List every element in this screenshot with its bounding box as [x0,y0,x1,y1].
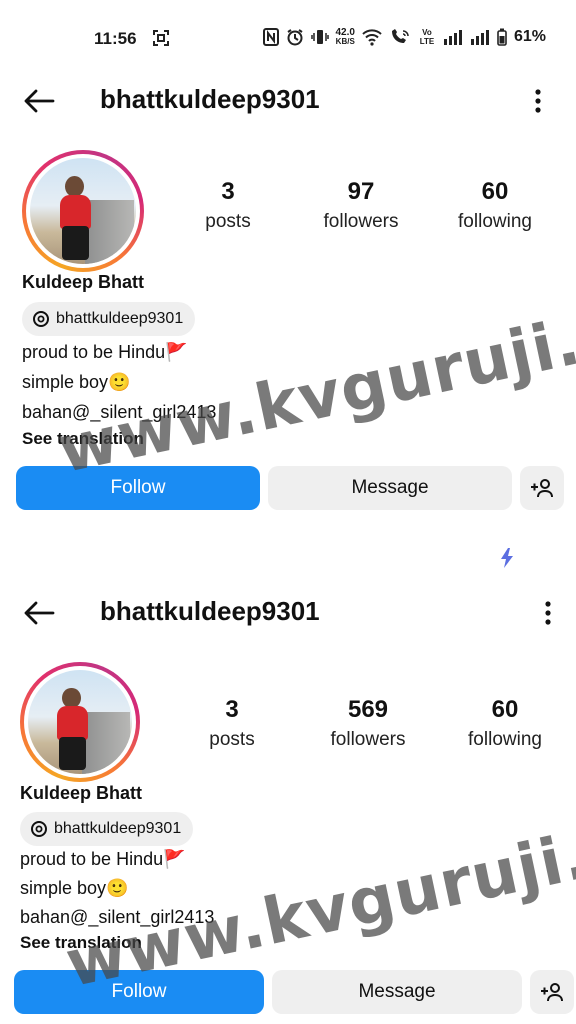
bolt-icon [500,548,514,573]
threads-link[interactable]: bhattkuldeep9301 [20,812,194,846]
back-arrow-icon [24,89,55,113]
suggest-users-button[interactable] [520,466,564,510]
avatar[interactable] [22,150,144,272]
threads-icon [31,821,47,837]
vibrate-icon [310,28,329,46]
wifi-call-icon [389,28,411,46]
battery-percent: 61% [513,28,546,45]
follow-button[interactable]: Follow [16,466,260,510]
message-button[interactable]: Message [268,466,512,510]
page-title-username: bhattkuldeep9301 [100,596,320,626]
posts-label: posts [205,211,251,232]
following-count: 60 [481,178,509,205]
bio-line-3[interactable]: bahan@_silent_girl2413 [22,402,216,423]
volte-label: Vo LTE [419,28,435,46]
followers-stat[interactable]: 97 followers [301,178,421,233]
following-count: 60 [491,696,519,723]
followers-label: followers [323,211,399,232]
threads-link[interactable]: bhattkuldeep9301 [22,302,196,336]
signal-icon-2 [470,29,490,45]
display-name: Kuldeep Bhatt [20,783,143,803]
page-title-username: bhattkuldeep9301 [100,84,320,114]
posts-stat[interactable]: 3 posts [168,178,288,233]
threads-handle: bhattkuldeep9301 [56,310,184,327]
followers-count: 569 [347,696,389,723]
add-person-icon [541,983,563,1002]
bio-line-3[interactable]: bahan@_silent_girl2413 [20,907,214,928]
status-time: 11:56 [94,29,137,48]
following-label: following [458,211,532,232]
nfc-icon [262,28,279,46]
add-person-icon [531,479,553,498]
bio-line-2: simple boy🙂 [22,372,131,392]
profile-header: bhattkuldeep9301 [0,78,576,124]
battery-icon [497,28,507,46]
network-speed: 42.0 KB/S [336,28,355,46]
follow-button[interactable]: Follow [14,970,264,1014]
posts-stat[interactable]: 3 posts [172,696,292,751]
avatar[interactable] [20,662,140,782]
more-vertical-icon [535,89,541,113]
status-bar: 11:56 42.0 KB/S Vo LTE 61% [0,0,576,78]
posts-count: 3 [221,178,235,205]
back-button[interactable] [20,86,58,116]
following-stat[interactable]: 60 following [435,178,555,233]
back-button[interactable] [20,598,58,628]
back-arrow-icon [24,601,55,625]
profile-screenshot-2: bhattkuldeep9301 3 posts 569 followers 6… [0,590,576,1024]
signal-icon-1 [443,29,463,45]
bio-line-1: proud to be Hindu🚩 [22,342,188,362]
more-options-button[interactable] [538,598,558,628]
display-name: Kuldeep Bhatt [22,272,145,292]
see-translation-link[interactable]: See translation [22,429,144,449]
network-speed-unit: KB/S [335,37,355,46]
posts-label: posts [209,729,255,750]
screenshot-icon [152,29,170,52]
posts-count: 3 [225,696,239,723]
status-icons: 42.0 KB/S Vo LTE 61% [262,28,546,46]
followers-stat[interactable]: 569 followers [308,696,428,751]
avatar-photo [28,670,132,774]
avatar-photo [30,158,136,264]
wifi-icon [362,28,382,46]
suggest-users-button[interactable] [530,970,574,1014]
more-options-button[interactable] [528,86,548,116]
bio-line-1: proud to be Hindu🚩 [20,849,186,869]
followers-count: 97 [347,178,375,205]
profile-screenshot-1: bhattkuldeep9301 3 posts 97 followers 60… [0,78,576,528]
profile-header: bhattkuldeep9301 [0,590,576,636]
more-vertical-icon [545,601,551,625]
following-label: following [468,729,542,750]
alarm-icon [286,28,304,46]
following-stat[interactable]: 60 following [445,696,565,751]
message-button[interactable]: Message [272,970,522,1014]
see-translation-link[interactable]: See translation [20,933,142,953]
followers-label: followers [330,729,406,750]
bio-line-2: simple boy🙂 [20,878,129,898]
threads-icon [33,311,49,327]
threads-handle: bhattkuldeep9301 [54,820,182,837]
